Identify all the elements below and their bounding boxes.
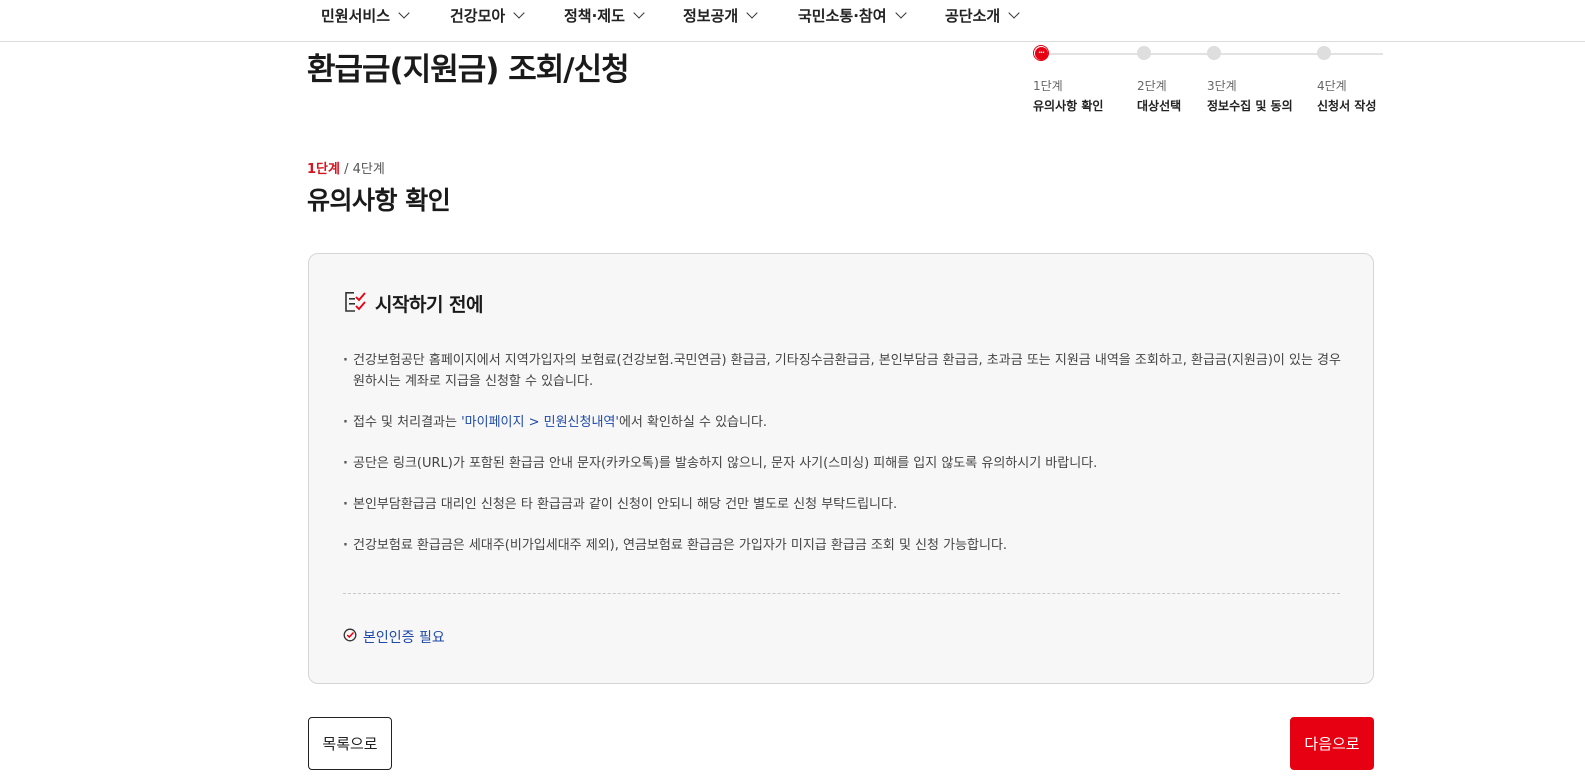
current-step: 1단계 [307, 162, 340, 177]
step-label: 유의사항 확인 [1033, 99, 1104, 113]
step-dot [1207, 46, 1221, 60]
menu-label: 건강모아 [450, 6, 506, 25]
menu-label: 국민소통·참여 [798, 6, 887, 25]
list-item-text: 에서 확인하실 수 있습니다. [618, 415, 768, 430]
identity-verification-required[interactable]: 본인인증 필요 [343, 627, 445, 647]
auth-label: 본인인증 필요 [363, 630, 445, 646]
step-dot [1137, 46, 1151, 60]
total-steps: 4단계 [352, 162, 385, 177]
menu-label: 정책·제도 [564, 6, 625, 25]
step-number: 2단계 [1137, 79, 1167, 93]
page-title: 환급금(지원금) 조회/신청 [307, 52, 630, 88]
chevron-down-icon [894, 7, 907, 19]
list-item: 본인부담환급금 대리인 신청은 타 환급금과 같이 신청이 안되니 해당 건만 … [343, 494, 1343, 515]
list-item-text: 접수 및 처리결과는 [353, 415, 462, 430]
step-number: 3단계 [1207, 79, 1237, 93]
back-to-list-button[interactable]: 목록으로 [308, 717, 392, 770]
menu-label: 공단소개 [945, 6, 1001, 25]
progress-separator: / [339, 162, 353, 177]
list-item: 접수 및 처리결과는 '마이페이지 > 민원신청내역'에서 확인하실 수 있습니… [343, 412, 1343, 433]
chevron-down-icon [513, 7, 525, 19]
notice-title: 시작하기 전에 [375, 294, 484, 316]
list-item: 건강보험공단 홈페이지에서 지역가입자의 보험료(건강보험.국민연금) 환급금,… [343, 350, 1343, 392]
chevron-down-icon [746, 7, 758, 19]
menu-policy[interactable]: 정책·제도 [564, 4, 645, 26]
chevron-down-icon [398, 7, 410, 19]
top-navigation: 민원서비스 건강모아 정책·제도 정보공개 국민소통·참여 공단소개 [0, 0, 1585, 42]
list-item: 건강보험료 환급금은 세대주(비가입세대주 제외), 연금보험료 환급금은 가입… [343, 535, 1343, 556]
menu-health-moa[interactable]: 건강모아 [450, 4, 525, 26]
menu-label: 민원서비스 [321, 6, 391, 25]
menu-civil-service[interactable]: 민원서비스 [321, 4, 410, 26]
mypage-history-link[interactable]: '마이페이지 > 민원신청내역' [461, 415, 619, 430]
chevron-down-icon [633, 7, 645, 19]
notice-box: 시작하기 전에 건강보험공단 홈페이지에서 지역가입자의 보험료(건강보험.국민… [308, 253, 1374, 684]
step-indicator: 1단계 유의사항 확인 2단계 대상선택 3단계 정보수집 및 동의 4단계 신… [1033, 44, 1393, 124]
list-item: 공단은 링크(URL)가 포함된 환급금 안내 문자(카카오톡)를 발송하지 않… [343, 453, 1343, 474]
chevron-down-icon [1008, 7, 1020, 19]
notice-list: 건강보험공단 홈페이지에서 지역가입자의 보험료(건강보험.국민연금) 환급금,… [343, 350, 1343, 576]
next-button[interactable]: 다음으로 [1290, 717, 1374, 770]
dashed-divider [343, 593, 1340, 594]
check-circle-icon [343, 628, 357, 646]
step-number: 4단계 [1317, 79, 1347, 93]
step-dot [1317, 46, 1331, 60]
notice-header: 시작하기 전에 [345, 290, 484, 317]
menu-communication[interactable]: 국민소통·참여 [798, 4, 907, 26]
step-dot-active [1033, 45, 1049, 61]
checklist-icon [345, 291, 367, 317]
step-label: 정보수집 및 동의 [1207, 99, 1293, 113]
section-title: 유의사항 확인 [307, 186, 451, 215]
step-label: 신청서 작성 [1317, 99, 1377, 113]
menu-about[interactable]: 공단소개 [945, 4, 1020, 26]
menu-label: 정보공개 [683, 6, 739, 25]
step-progress: 1단계 / 4단계 [307, 158, 385, 177]
step-number: 1단계 [1033, 79, 1063, 93]
menu-info-disclosure[interactable]: 정보공개 [683, 4, 758, 26]
step-label: 대상선택 [1137, 99, 1182, 113]
